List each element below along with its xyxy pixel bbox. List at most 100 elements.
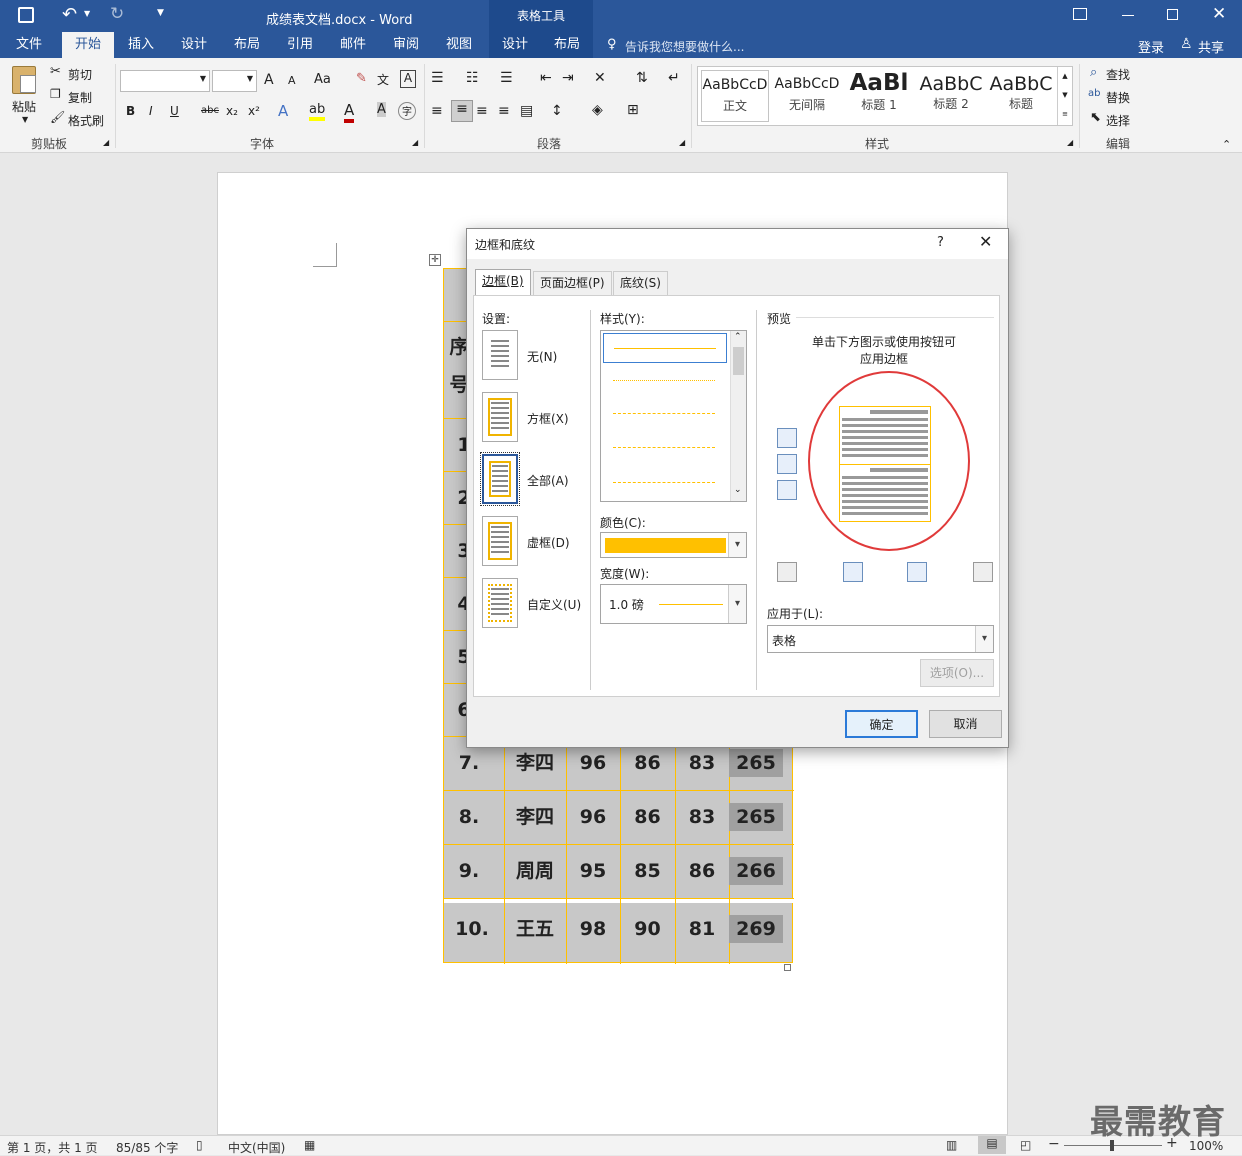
read-mode-icon[interactable]: ▥ xyxy=(946,1138,957,1152)
enclose-char-icon[interactable]: 字 xyxy=(398,102,416,120)
cut-button[interactable]: 剪切 xyxy=(68,66,92,83)
distributed-icon[interactable]: ▤ xyxy=(520,103,533,119)
tab-layout[interactable]: 布局 xyxy=(221,32,273,58)
line-style-dashed-small[interactable] xyxy=(613,413,715,414)
setting-grid-icon[interactable] xyxy=(482,516,518,566)
web-layout-icon[interactable]: ◰ xyxy=(1020,1138,1031,1152)
line-spacing-icon[interactable]: ↕ xyxy=(551,103,563,119)
line-style-solid[interactable] xyxy=(603,333,727,363)
options-button[interactable]: 选项(O)... xyxy=(920,659,994,687)
word-count[interactable]: 85/85 个字 xyxy=(116,1139,178,1156)
style-no-spacing[interactable]: AaBbCcD 无间隔 xyxy=(772,70,842,122)
tab-borders[interactable]: 边框(B) xyxy=(475,269,531,295)
align-right-icon[interactable]: ≡ xyxy=(476,103,488,119)
tab-page-border[interactable]: 页面边框(P) xyxy=(533,271,612,295)
tab-mailings[interactable]: 邮件 xyxy=(327,32,379,58)
share-button[interactable]: 共享 xyxy=(1198,37,1224,56)
customize-qat-icon[interactable]: ▼ xyxy=(157,8,164,18)
style-heading-1[interactable]: AaBl 标题 1 xyxy=(844,70,914,122)
tab-review[interactable]: 审阅 xyxy=(380,32,432,58)
paste-icon[interactable] xyxy=(12,66,36,94)
paste-dropdown-icon[interactable]: ▼ xyxy=(22,115,28,124)
line-style-dashed[interactable] xyxy=(613,447,715,448)
apply-to-combo[interactable]: 表格 ▾ xyxy=(767,625,994,653)
bullets-icon[interactable]: ☰ xyxy=(431,70,444,86)
show-marks-icon[interactable]: ↵ xyxy=(668,70,680,86)
style-heading-2[interactable]: AaBbC 标题 2 xyxy=(916,70,986,122)
format-painter-button[interactable]: 格式刷 xyxy=(68,112,104,129)
ribbon-display-icon[interactable] xyxy=(1073,8,1087,20)
font-color-icon[interactable]: A xyxy=(344,101,355,123)
setting-box-label[interactable]: 方框(X) xyxy=(527,410,569,427)
border-bottom-toggle-icon[interactable] xyxy=(777,480,797,500)
tab-file[interactable]: 文件 xyxy=(0,32,58,58)
close-icon[interactable]: ✕ xyxy=(1212,4,1226,24)
setting-box-icon[interactable] xyxy=(482,392,518,442)
setting-none-label[interactable]: 无(N) xyxy=(527,348,557,365)
phonetic-guide-icon[interactable]: 文 xyxy=(377,71,389,88)
style-normal[interactable]: AaBbCcD 正文 xyxy=(701,70,769,122)
redo-icon[interactable]: ↻ xyxy=(110,4,124,24)
print-layout-icon[interactable]: ▤ xyxy=(978,1136,1006,1154)
styles-scroll[interactable]: ▲ ▼ ≡ xyxy=(1057,67,1072,125)
subscript-button[interactable]: x₂ xyxy=(226,104,238,118)
grow-font-button[interactable]: A xyxy=(264,72,274,88)
border-inside-horizontal-toggle-icon[interactable] xyxy=(777,454,797,474)
line-style-list[interactable]: ⌃ ⌄ xyxy=(600,330,747,502)
copy-button[interactable]: 复制 xyxy=(68,89,92,106)
minimize-icon[interactable] xyxy=(1122,15,1134,16)
line-style-dash-dot[interactable] xyxy=(613,482,715,483)
preview-diagram[interactable] xyxy=(839,406,931,522)
setting-all-label[interactable]: 全部(A) xyxy=(527,472,569,489)
bold-button[interactable]: B xyxy=(126,104,135,118)
select-button[interactable]: 选择 xyxy=(1106,112,1130,129)
font-size-combo[interactable]: ▼ xyxy=(212,70,257,92)
style-scrollbar[interactable]: ⌃ ⌄ xyxy=(730,331,746,501)
tab-table-design[interactable]: 设计 xyxy=(489,32,541,58)
zoom-slider[interactable] xyxy=(1064,1140,1162,1151)
replace-button[interactable]: 替换 xyxy=(1106,89,1130,106)
text-effects-icon[interactable]: A xyxy=(278,102,288,120)
superscript-button[interactable]: x² xyxy=(248,104,260,118)
page-count[interactable]: 第 1 页，共 1 页 xyxy=(7,1139,98,1156)
undo-dropdown-icon[interactable]: ▼ xyxy=(84,9,90,18)
highlight-icon[interactable]: ab xyxy=(309,102,326,121)
tab-table-layout[interactable]: 布局 xyxy=(541,32,593,58)
macro-icon[interactable]: ▦ xyxy=(304,1138,315,1152)
tell-me-input[interactable]: 告诉我您想要做什么... xyxy=(625,38,744,55)
numbering-icon[interactable]: ☷ xyxy=(466,70,479,86)
tab-view[interactable]: 视图 xyxy=(433,32,485,58)
border-inside-vertical-toggle-icon[interactable] xyxy=(907,562,927,582)
align-center-icon[interactable]: ≡ xyxy=(451,100,473,122)
find-button[interactable]: 查找 xyxy=(1106,66,1130,83)
setting-none-icon[interactable] xyxy=(482,330,518,380)
shading-icon[interactable]: ◈ xyxy=(592,102,603,118)
chinese-layout-icon[interactable]: ✕ xyxy=(594,70,606,86)
color-combo[interactable]: ▾ xyxy=(600,532,747,558)
tab-references[interactable]: 引用 xyxy=(274,32,326,58)
font-name-combo[interactable]: ▼ xyxy=(120,70,210,92)
language-status[interactable]: 中文(中国) xyxy=(228,1139,285,1156)
table-move-handle-icon[interactable]: ✛ xyxy=(429,254,441,266)
zoom-out-icon[interactable]: − xyxy=(1048,1136,1060,1152)
setting-custom-icon[interactable] xyxy=(482,578,518,628)
underline-button[interactable]: U xyxy=(170,104,179,118)
paragraph-launcher-icon[interactable]: ◢ xyxy=(679,138,685,147)
style-title[interactable]: AaBbC 标题 xyxy=(988,70,1054,122)
tab-home[interactable]: 开始 xyxy=(62,32,114,58)
border-top-toggle-icon[interactable] xyxy=(777,428,797,448)
align-left-icon[interactable]: ≡ xyxy=(431,103,443,119)
sort-icon[interactable]: ⇅ xyxy=(636,70,648,86)
tab-insert[interactable]: 插入 xyxy=(115,32,167,58)
decrease-indent-icon[interactable]: ⇤ xyxy=(540,70,552,86)
setting-custom-label[interactable]: 自定义(U) xyxy=(527,596,581,613)
strikethrough-button[interactable]: abc xyxy=(201,105,219,116)
undo-icon[interactable]: ↶ xyxy=(62,4,77,25)
help-button[interactable]: ? xyxy=(937,235,944,250)
width-combo[interactable]: 1.0 磅 ▾ xyxy=(600,584,747,624)
change-case-button[interactable]: Aa xyxy=(314,72,331,87)
setting-all-icon[interactable] xyxy=(480,452,520,506)
maximize-icon[interactable] xyxy=(1167,9,1178,20)
border-left-toggle-icon[interactable] xyxy=(843,562,863,582)
font-launcher-icon[interactable]: ◢ xyxy=(412,138,418,147)
